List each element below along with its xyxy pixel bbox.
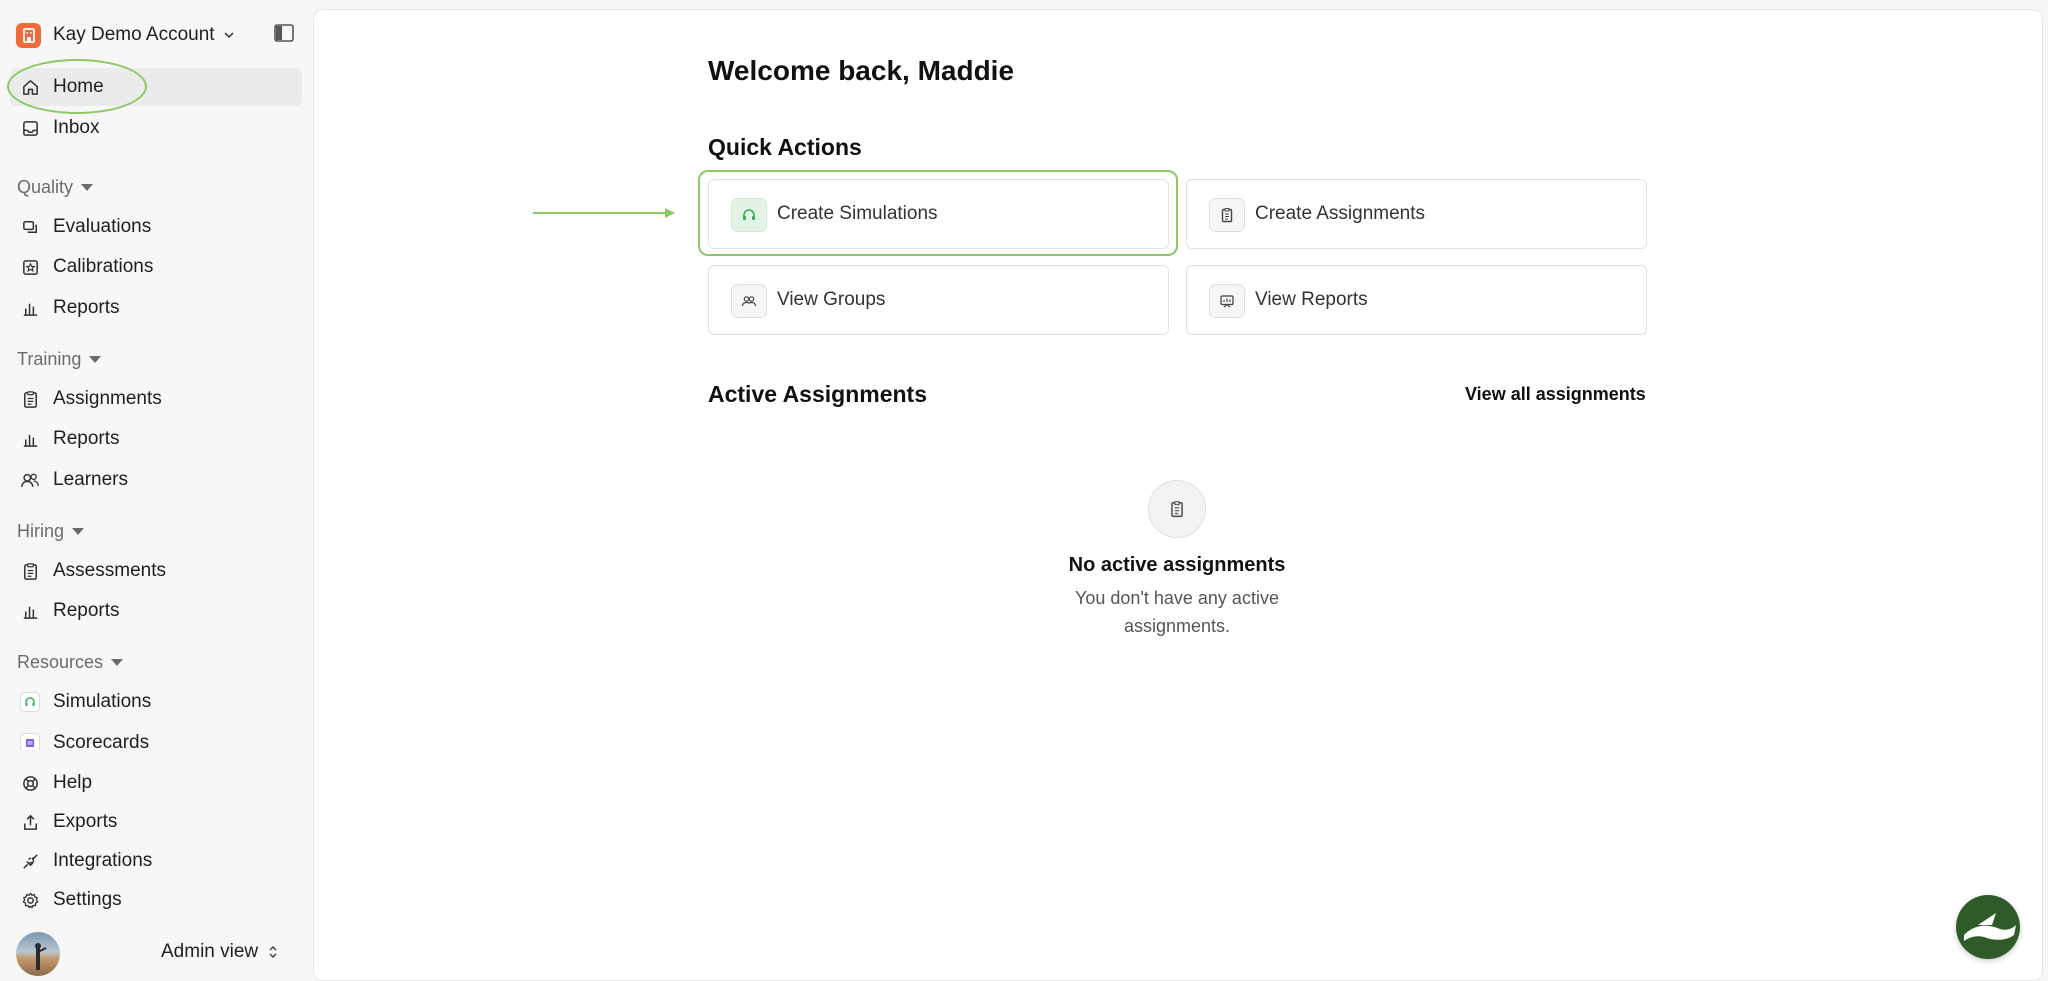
chat-launcher-button[interactable] [1956,895,2020,959]
clipboard-icon [1209,198,1245,232]
users-icon [731,284,767,318]
export-icon [20,812,40,832]
bird-logo-icon [1964,913,2016,941]
view-all-assignments-link[interactable]: View all assignments [1465,384,1646,405]
section-resources[interactable]: Resources [17,650,124,674]
account-name: Kay Demo Account [53,24,215,45]
caret-down-icon [81,183,94,191]
sidebar-item-training-reports[interactable]: Reports [10,420,302,458]
sidebar-item-calibrations[interactable]: Calibrations [10,248,302,286]
sidebar: Kay Demo Account Home Inbox Quality Eval… [0,0,313,981]
sidebar-item-assessments[interactable]: Assessments [10,552,302,590]
sidebar-item-quality-reports[interactable]: Reports [10,289,302,327]
sidebar-item-help[interactable]: Help [10,764,302,802]
simulations-icon-wrap [20,692,40,712]
user-menu[interactable]: Admin view [16,932,286,976]
sidebar-item-exports[interactable]: Exports [10,803,302,841]
caret-down-icon [89,355,102,363]
sidebar-item-label: Calibrations [53,256,154,277]
sidebar-item-learners[interactable]: Learners [10,461,302,499]
users-icon [20,470,40,490]
sidebar-item-label: Inbox [53,117,100,138]
empty-state-text: You don't have any active assignments. [1075,588,1279,636]
lifebuoy-icon [20,773,40,793]
headset-icon [20,692,40,712]
sidebar-item-assignments[interactable]: Assignments [10,380,302,418]
resources-list: Simulations Scorecards [0,680,313,750]
bar-chart-icon [20,429,40,449]
inbox-icon [20,118,40,138]
avatar[interactable] [16,932,60,976]
bar-chart-icon [20,601,40,621]
chevron-up-down-icon [269,945,277,959]
section-hiring[interactable]: Hiring [17,519,85,543]
plug-icon [20,851,40,871]
view-reports-button[interactable]: View Reports [1186,265,1647,335]
quick-action-label: View Groups [777,289,886,310]
clipboard-icon [20,561,40,581]
section-title: Hiring [17,520,65,541]
quick-actions-title: Quick Actions [708,134,862,160]
annotation-arrow-icon [533,208,675,218]
section-title: Training [17,348,82,369]
section-title: Quality [17,176,74,197]
empty-state-title: No active assignments [1068,554,1286,576]
sidebar-item-label: Exports [53,811,118,832]
evaluations-icon [20,217,40,237]
gear-icon [20,890,40,910]
view-groups-button[interactable]: View Groups [708,265,1169,335]
sidebar-item-label: Assignments [53,388,162,409]
sidebar-toggle-icon[interactable] [274,24,294,42]
clipboard-icon [1148,480,1206,538]
calibrations-icon [20,257,40,277]
sidebar-item-label: Reports [53,297,120,318]
sidebar-item-label: Scorecards [53,732,150,750]
page-title: Welcome back, Maddie [708,55,1015,86]
sidebar-item-label: Integrations [53,850,153,871]
view-switcher[interactable]: Admin view [161,941,278,963]
sidebar-item-label: Reports [53,428,120,449]
sidebar-item-simulations[interactable]: Simulations [10,683,302,721]
sidebar-item-evaluations[interactable]: Evaluations [10,208,302,246]
sidebar-item-label: Help [53,772,93,793]
sidebar-item-hiring-reports[interactable]: Reports [10,592,302,630]
quick-action-label: Create Assignments [1255,203,1426,224]
highlight-box [698,170,1178,256]
home-highlight-ring [7,59,147,114]
sidebar-item-label: Assessments [53,560,166,581]
section-title: Resources [17,651,104,672]
bar-chart-icon [20,298,40,318]
active-assignments-title: Active Assignments [708,381,927,407]
clipboard-icon [20,389,40,409]
scorecards-icon-wrap [20,733,40,750]
sidebar-item-scorecards[interactable]: Scorecards [10,724,302,750]
create-assignments-button[interactable]: Create Assignments [1186,179,1647,249]
view-switcher-label: Admin view [161,941,259,962]
section-training[interactable]: Training [17,347,102,371]
account-logo-icon [16,22,41,48]
section-quality[interactable]: Quality [17,175,94,199]
caret-down-icon [72,527,85,535]
quick-action-label: View Reports [1255,289,1368,310]
sidebar-item-label: Reports [53,600,120,621]
sidebar-item-integrations[interactable]: Integrations [10,842,302,880]
caret-down-icon [111,658,124,666]
sidebar-item-label: Settings [53,889,122,910]
chevron-down-icon [224,32,234,39]
sidebar-item-label: Simulations [53,691,152,712]
sidebar-item-inbox[interactable]: Inbox [10,109,302,147]
scorecard-icon [20,733,40,750]
account-switcher[interactable]: Kay Demo Account [16,20,316,50]
sidebar-item-label: Evaluations [53,216,152,237]
sidebar-item-settings[interactable]: Settings [10,881,302,919]
report-icon [1209,284,1245,318]
sidebar-item-label: Learners [53,469,128,490]
